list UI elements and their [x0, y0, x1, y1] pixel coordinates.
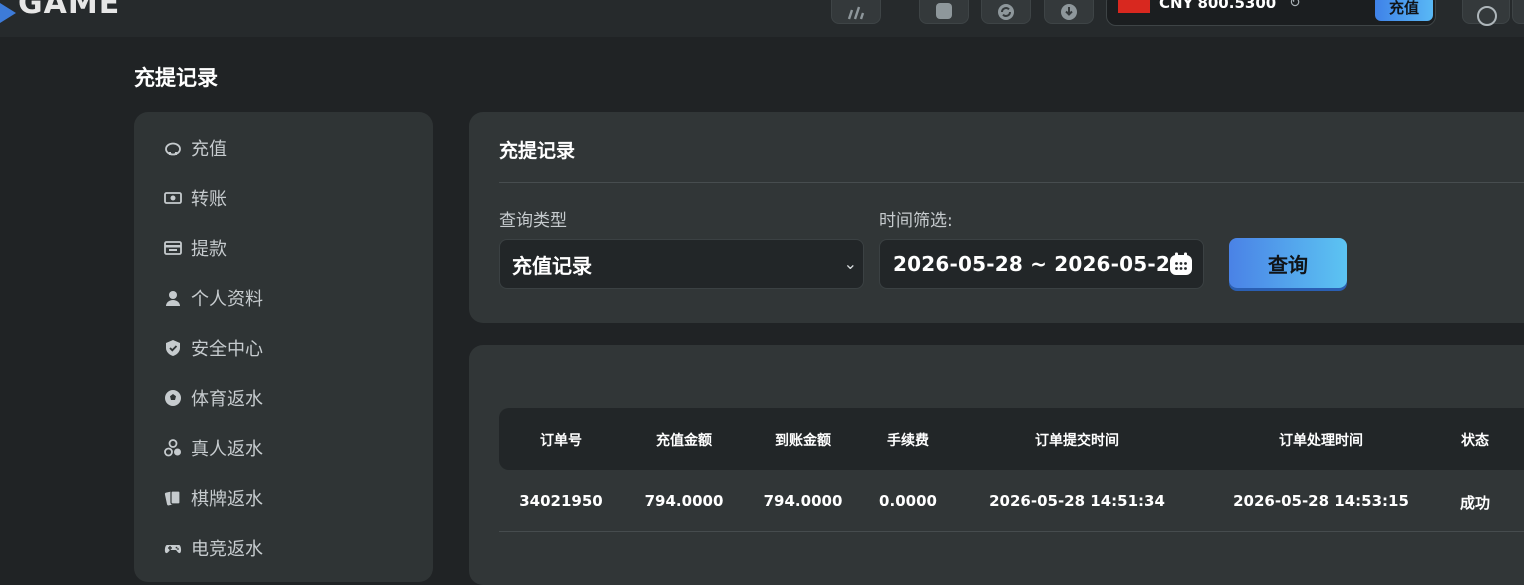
column-header: 状态 [1461, 433, 1489, 449]
cell-order-id: 34021950 [519, 492, 603, 510]
sidebar-item-sports-rebate[interactable]: 体育返水 [164, 385, 263, 411]
divider [499, 182, 1524, 183]
sidebar-item-withdraw[interactable]: 提款 [164, 235, 227, 261]
sidebar-item-label: 提款 [191, 239, 227, 260]
globe-icon [1477, 6, 1497, 26]
sidebar-item-label: 充值 [191, 139, 227, 160]
user-icon [164, 289, 182, 307]
balance-display: CNY 800.5300 [1159, 0, 1276, 12]
download-icon [1061, 4, 1077, 20]
wallet-icon [936, 3, 952, 19]
site-logo[interactable]: GAME [0, 0, 121, 23]
balance-refresh-icon[interactable]: ↻ [1289, 0, 1301, 11]
sidebar-item-recharge[interactable]: 充值 [164, 135, 227, 161]
sidebar-item-label: 体育返水 [191, 389, 263, 410]
signal-icon [847, 6, 865, 20]
sidebar-item-esports-rebate[interactable]: 电竞返水 [164, 535, 263, 561]
sidebar-item-label: 真人返水 [191, 439, 263, 460]
header-recharge-button[interactable]: 充值 [1375, 0, 1433, 21]
filter-panel: 充提记录 查询类型 时间筛选: 充值记录 ⌄ 2026-05-28 ~ 2026… [469, 112, 1524, 323]
query-type-value: 充值记录 [512, 253, 592, 278]
chevron-down-icon: ⌄ [843, 254, 857, 273]
shield-icon [164, 339, 182, 357]
refresh-icon [998, 4, 1014, 20]
panel-title: 充提记录 [499, 140, 576, 162]
sidebar-item-chess-rebate[interactable]: 棋牌返水 [164, 485, 263, 511]
sidebar-item-security[interactable]: 安全中心 [164, 335, 263, 361]
sidebar-item-label: 安全中心 [191, 339, 263, 360]
refresh-button[interactable] [981, 0, 1031, 24]
wallet-button[interactable] [919, 0, 969, 24]
signal-button[interactable] [831, 0, 881, 24]
column-header: 充值金额 [656, 433, 712, 449]
sidebar-item-label: 个人资料 [191, 289, 263, 310]
sidebar-item-label: 转账 [191, 189, 227, 210]
balance-currency: CNY [1159, 0, 1194, 12]
sidebar-item-label: 棋牌返水 [191, 489, 263, 510]
download-button[interactable] [1044, 0, 1094, 24]
table-header: 订单号 充值金额 到账金额 手续费 订单提交时间 订单处理时间 状态 [499, 408, 1524, 470]
sidebar-item-profile[interactable]: 个人资料 [164, 285, 263, 311]
calendar-icon [1170, 252, 1192, 275]
query-type-label: 查询类型 [499, 211, 567, 231]
header-extra-button[interactable] [1512, 0, 1524, 24]
china-flag-icon [1118, 0, 1150, 13]
records-panel: 订单号 充值金额 到账金额 手续费 订单提交时间 订单处理时间 状态 34021… [469, 345, 1524, 585]
query-button[interactable]: 查询 [1229, 238, 1347, 288]
cards-icon [164, 489, 182, 507]
top-header: GAME CNY 800.5300 ↻ 充值 [0, 0, 1524, 37]
money-transfer-icon [164, 189, 182, 207]
cell-process-time: 2026-05-28 14:53:15 [1233, 492, 1409, 510]
column-header: 订单提交时间 [1035, 433, 1119, 449]
table-row[interactable]: 34021950 794.0000 794.0000 0.0000 2026-0… [499, 470, 1524, 532]
logo-text: GAME [18, 0, 121, 21]
gamepad-icon [164, 539, 182, 557]
column-header: 手续费 [887, 433, 929, 449]
sidebar: 充值 转账 提款 个人资料 安全中心 体育返水 真人返水 棋牌返水 电竞返水 [134, 112, 433, 582]
withdraw-icon [164, 239, 182, 257]
date-range-picker[interactable]: 2026-05-28 ~ 2026-05-28 [879, 239, 1204, 289]
column-header: 订单号 [540, 433, 582, 449]
live-casino-icon [164, 439, 182, 457]
sidebar-item-transfer[interactable]: 转账 [164, 185, 227, 211]
cell-received-amount: 794.0000 [763, 492, 843, 510]
balance-amount: 800.5300 [1197, 0, 1277, 12]
time-filter-label: 时间筛选: [879, 211, 953, 231]
football-icon [164, 389, 182, 407]
query-type-select[interactable]: 充值记录 ⌄ [499, 239, 864, 289]
column-header: 到账金额 [775, 433, 831, 449]
cell-submit-time: 2026-05-28 14:51:34 [989, 492, 1165, 510]
cell-status: 成功 [1459, 494, 1491, 512]
balance-box: CNY 800.5300 ↻ 充值 [1106, 0, 1436, 26]
language-button[interactable] [1462, 0, 1510, 26]
sidebar-item-label: 电竞返水 [191, 539, 263, 560]
date-range-value: 2026-05-28 ~ 2026-05-28 [893, 252, 1185, 276]
page-title: 充提记录 [134, 66, 218, 90]
cell-fee: 0.0000 [879, 492, 937, 510]
piggy-bank-icon [164, 139, 182, 157]
column-header: 订单处理时间 [1279, 433, 1363, 449]
cell-recharge-amount: 794.0000 [644, 492, 724, 510]
sidebar-item-live-rebate[interactable]: 真人返水 [164, 435, 263, 461]
logo-mark-icon [0, 3, 16, 23]
